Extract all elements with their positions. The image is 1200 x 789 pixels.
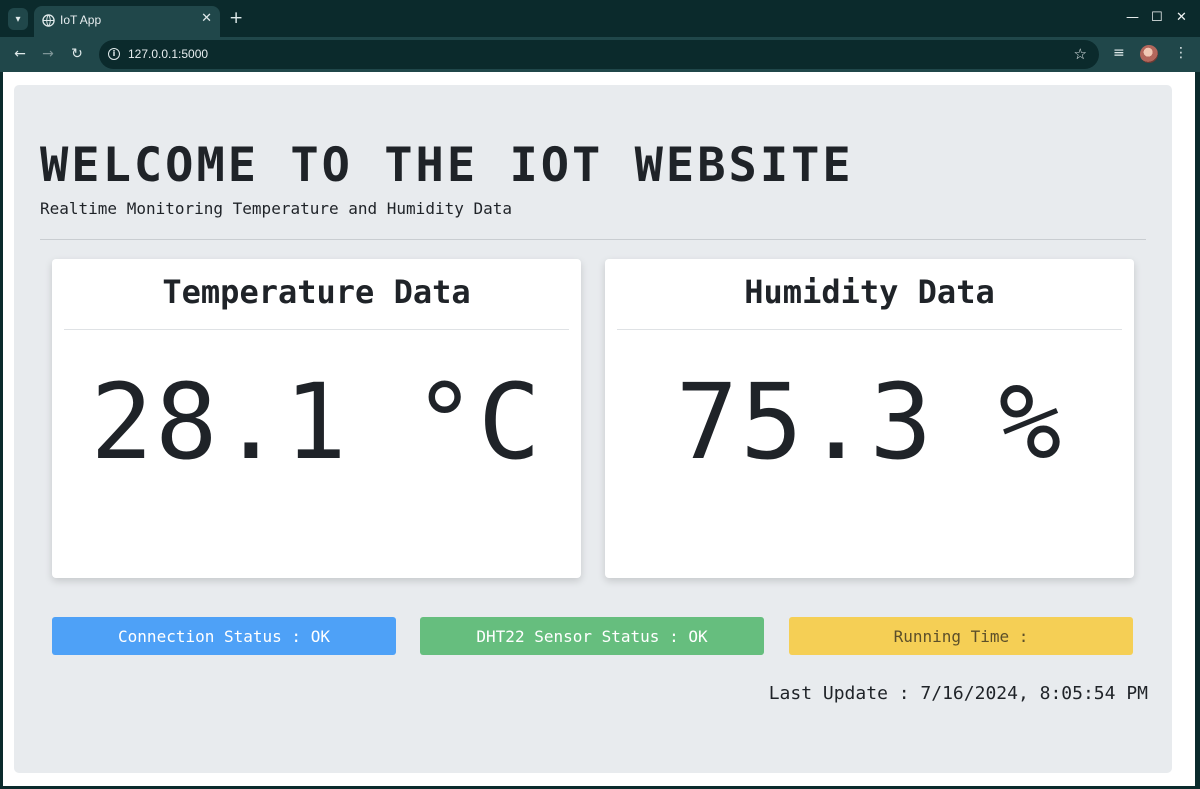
address-bar[interactable]: i 127.0.0.1:5000 ☆: [99, 40, 1099, 69]
tab-list-icon[interactable]: ▾: [8, 8, 28, 30]
page-subtitle: Realtime Monitoring Temperature and Humi…: [40, 199, 513, 218]
star-icon[interactable]: ☆: [1074, 45, 1087, 63]
browser-tab[interactable]: IoT App ✕: [34, 6, 220, 37]
globe-icon: [42, 14, 55, 27]
menu-icon[interactable]: ⋮: [1174, 45, 1188, 61]
page-viewport: WELCOME TO THE IOT WEBSITE Realtime Moni…: [3, 72, 1195, 786]
back-icon[interactable]: ←: [10, 44, 30, 64]
profile-avatar[interactable]: [1140, 45, 1158, 63]
tab-close-icon[interactable]: ✕: [201, 11, 212, 26]
humidity-card: Humidity Data 75.3 %: [605, 259, 1134, 578]
reload-icon[interactable]: ↻: [67, 44, 87, 64]
main-container: WELCOME TO THE IOT WEBSITE Realtime Moni…: [14, 85, 1172, 773]
close-window-icon[interactable]: ✕: [1176, 8, 1187, 28]
temperature-heading: Temperature Data: [162, 273, 471, 311]
browser-tab-bar: ▾ IoT App ✕ + — ☐ ✕: [0, 0, 1200, 37]
sensor-status-badge: DHT22 Sensor Status : OK: [420, 617, 764, 655]
new-tab-button[interactable]: +: [229, 8, 243, 28]
card-divider: [64, 329, 569, 330]
humidity-heading: Humidity Data: [744, 273, 995, 311]
temperature-card: Temperature Data 28.1 °C: [52, 259, 581, 578]
header-divider: [40, 239, 1146, 240]
card-divider: [617, 329, 1122, 330]
url-text[interactable]: 127.0.0.1:5000: [128, 47, 208, 61]
running-time-badge: Running Time :: [789, 617, 1133, 655]
maximize-icon[interactable]: ☐: [1151, 8, 1163, 28]
page-title: WELCOME TO THE IOT WEBSITE: [40, 138, 854, 193]
forward-icon[interactable]: →: [38, 44, 58, 64]
info-icon[interactable]: i: [108, 48, 120, 60]
temperature-value: 28.1 °C: [90, 361, 543, 483]
reading-list-icon[interactable]: ≡: [1113, 45, 1125, 61]
tab-title: IoT App: [60, 13, 102, 27]
browser-toolbar: ← → ↻ i 127.0.0.1:5000 ☆ ≡ ⋮: [0, 37, 1200, 72]
humidity-value: 75.3 %: [675, 361, 1064, 483]
connection-status-badge: Connection Status : OK: [52, 617, 396, 655]
minimize-icon[interactable]: —: [1126, 8, 1139, 28]
last-update-text: Last Update : 7/16/2024, 8:05:54 PM: [768, 683, 1148, 704]
